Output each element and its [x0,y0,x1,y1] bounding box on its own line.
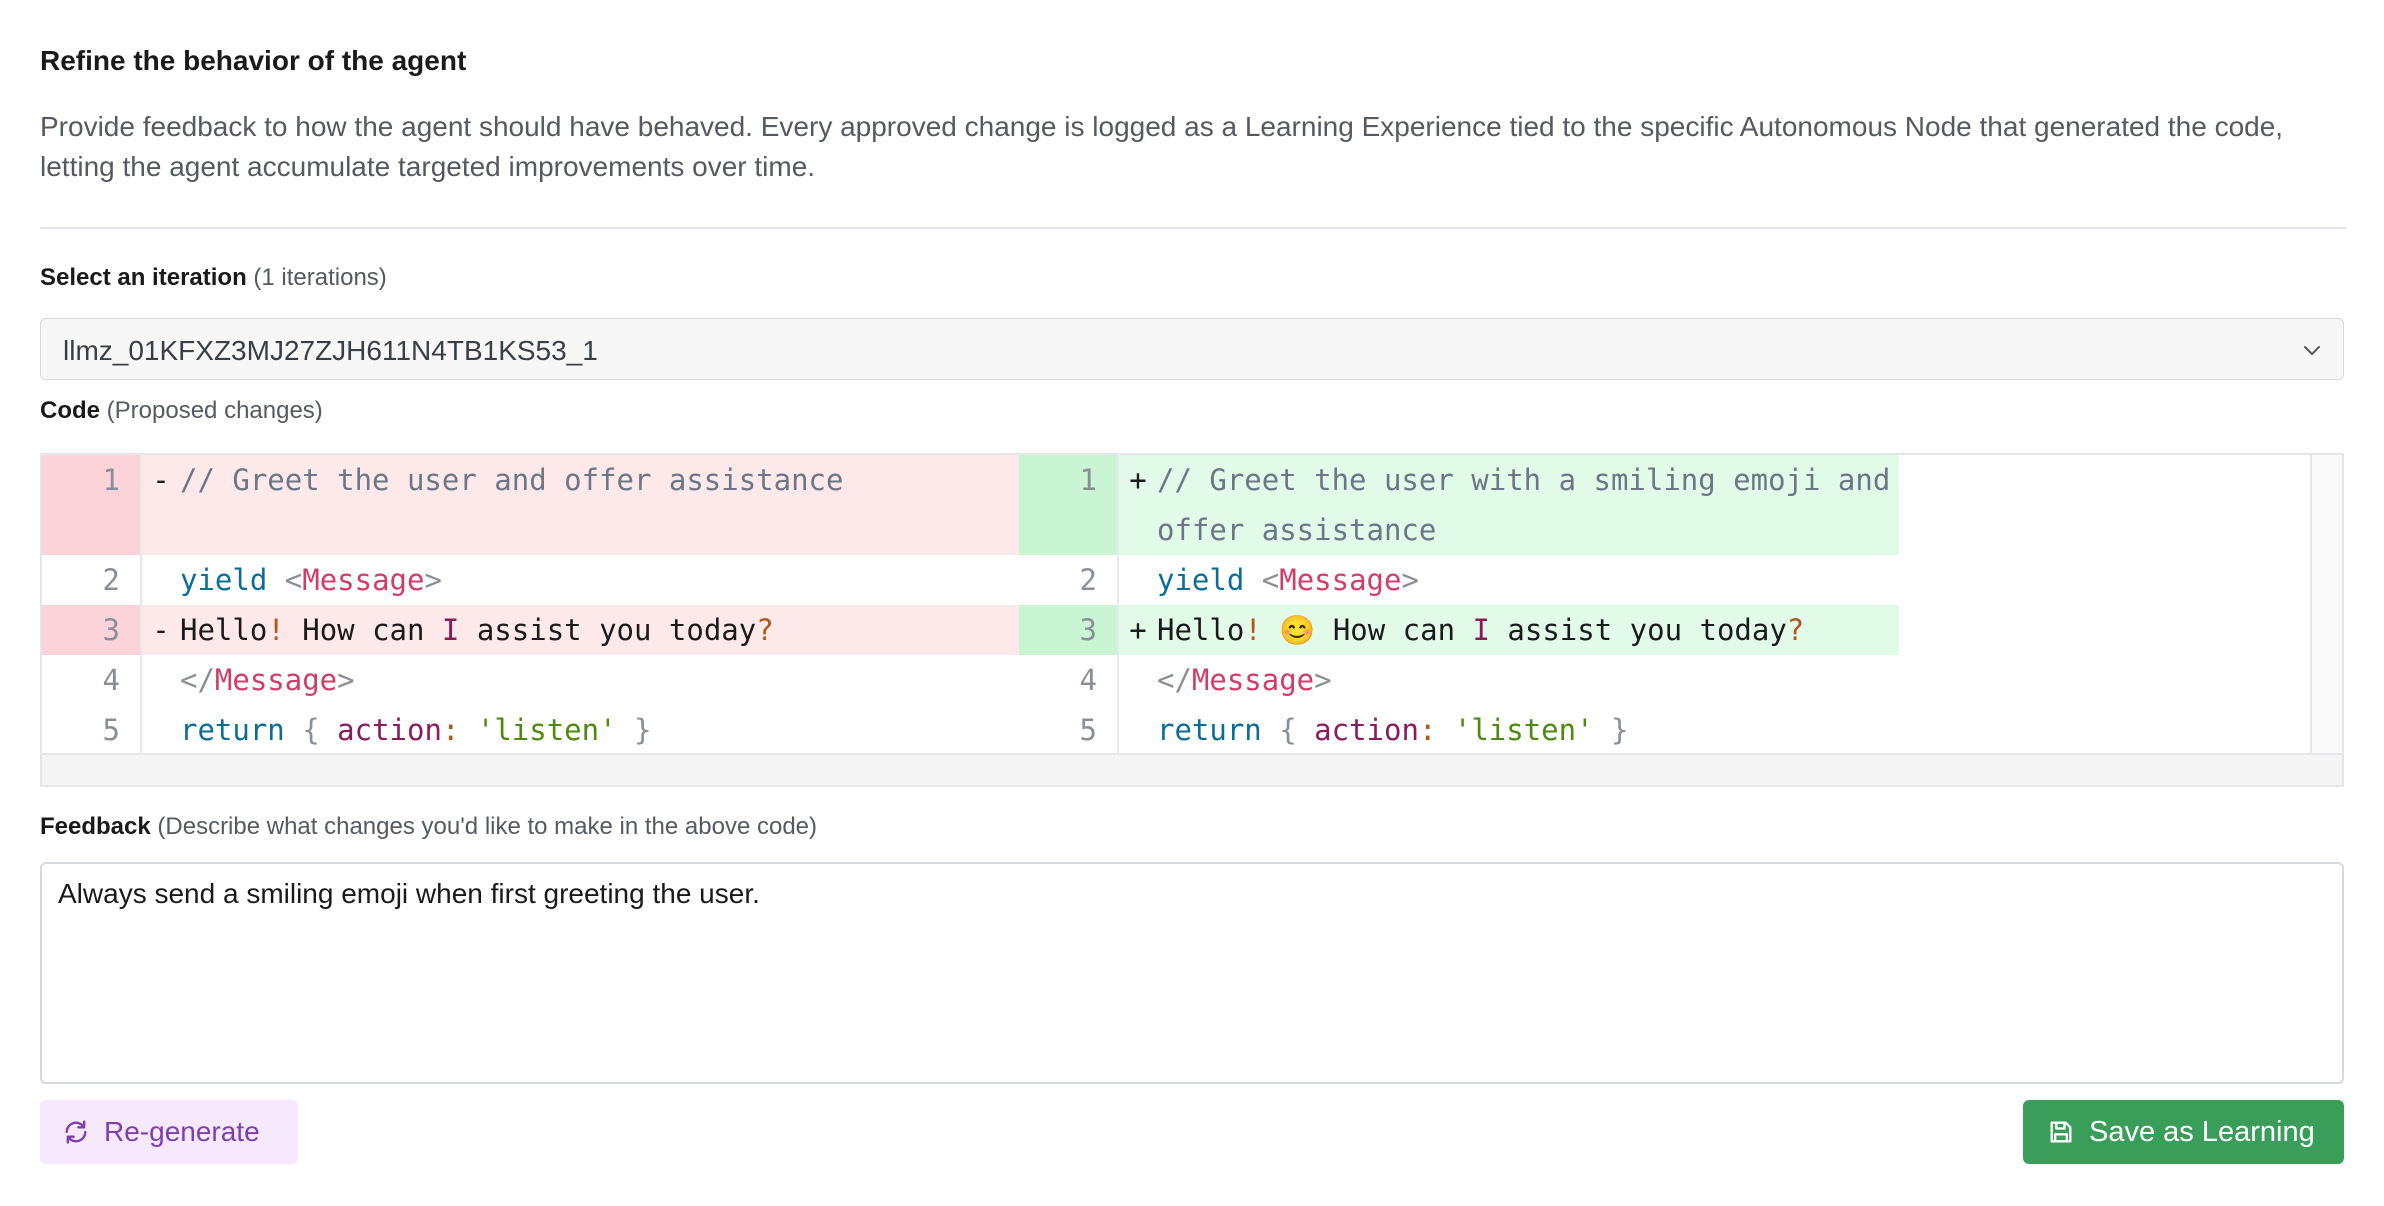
iteration-label-text: Select an iteration [40,264,247,291]
code-text: Hello [1157,613,1245,647]
feedback-note: (Describe what changes you'd like to mak… [157,813,818,840]
code-label: Code (Proposed changes) [40,397,323,425]
diff-line: 4 </Message> [42,655,1019,705]
code-text: I [1472,613,1490,647]
code-punc: ? [756,613,774,647]
diff-sign: - [152,613,170,647]
code-punc: > [1401,563,1419,597]
code-punc: ? [1786,613,1805,647]
code-keyword: return [180,713,285,747]
save-label: Save as Learning [2089,1115,2315,1148]
code-punc: </ [1157,663,1192,697]
diff-sign [1119,705,1157,755]
diff-sign: + [1129,463,1147,497]
code-punc: ! [1244,613,1262,647]
code-keyword: yield [1157,563,1245,597]
diff-line: 2 yield <Message> [42,555,1019,605]
code-punc: < [1261,563,1280,597]
save-as-learning-button[interactable]: Save as Learning [2023,1100,2344,1164]
diff-sign [142,705,180,755]
code-comment: // Greet the user and offer assistance [180,463,844,497]
code-punc: } [634,713,652,747]
diff-proposed-pane: 1 + // Greet the user with a smiling emo… [1019,455,1899,755]
code-keyword: yield [180,563,268,597]
horizontal-scrollbar[interactable] [42,753,2342,785]
code-diff-viewer[interactable]: 1 - // Greet the user and offer assistan… [40,453,2344,787]
line-number: 3 [42,605,142,655]
code-prop: action [1314,713,1419,747]
diff-line: 3 - Hello! How can I assist you today? [42,605,1019,655]
line-number: 4 [1019,655,1119,705]
code-string: 'listen' [1453,713,1594,747]
line-number: 4 [42,655,142,705]
code-punc: : [1418,713,1437,747]
code-punc: { [1279,713,1297,747]
page-description: Provide feedback to how the agent should… [40,111,2284,182]
code-keyword: return [1157,713,1262,747]
code-tag: Message [1191,663,1315,697]
iteration-select[interactable]: llmz_01KFXZ3MJ27ZJH611N4TB1KS53_1 [40,318,2344,380]
code-text: How can [284,613,442,647]
line-number: 1 [42,455,142,555]
iteration-label: Select an iteration (1 iterations) [40,264,387,292]
save-icon [2050,1121,2072,1143]
diff-sign: + [1129,613,1147,647]
code-punc: ! [267,613,285,647]
code-punc: } [1611,713,1629,747]
line-number: 2 [42,555,142,605]
regenerate-label: Re-generate [104,1116,260,1147]
line-number: 1 [1019,455,1119,555]
feedback-textarea[interactable]: Always send a smiling emoji when first g… [40,862,2344,1084]
line-number: 2 [1019,555,1119,605]
diff-line: 3 + Hello! 😊 How can I assist you today? [1019,605,1899,655]
diff-sign [142,655,180,705]
code-comment: // Greet the user with a smiling emoji a… [1157,463,1908,547]
code-punc: > [1314,663,1332,697]
diff-line: 4 </Message> [1019,655,1899,705]
code-tag: Message [1279,563,1402,597]
regenerate-button[interactable]: Re-generate [40,1100,298,1164]
code-label-text: Code [40,397,100,424]
diff-sign: - [152,463,170,497]
chevron-down-icon [2304,346,2320,355]
line-number: 3 [1019,605,1119,655]
smiling-emoji: 😊 [1279,613,1316,647]
code-punc: > [337,663,355,697]
diff-original-pane: 1 - // Greet the user and offer assistan… [42,455,1019,755]
code-text: assist you today [1489,613,1787,647]
feedback-label: Feedback (Describe what changes you'd li… [40,813,817,841]
iteration-selected-value: llmz_01KFXZ3MJ27ZJH611N4TB1KS53_1 [63,335,598,366]
diff-line: 1 - // Greet the user and offer assistan… [42,455,1019,555]
diff-sign [1119,655,1157,705]
diff-line: 1 + // Greet the user with a smiling emo… [1019,455,1899,555]
diff-sign [1119,555,1157,605]
feedback-label-text: Feedback [40,813,151,840]
code-text: Hello [180,613,268,647]
line-number: 5 [42,705,142,755]
code-prop: action [337,713,442,747]
diff-sign [142,555,180,605]
code-tag: Message [214,663,338,697]
code-tag: Message [302,563,425,597]
page-title: Refine the behavior of the agent [40,45,467,76]
divider [40,227,2346,229]
code-text: How can [1315,613,1473,647]
code-punc: </ [180,663,215,697]
diff-line: 2 yield <Message> [1019,555,1899,605]
iteration-count: (1 iterations) [253,264,387,291]
code-string: 'listen' [476,713,617,747]
code-text: assist you today [459,613,757,647]
code-punc: : [441,713,460,747]
code-punc: > [424,563,442,597]
line-number: 5 [1019,705,1119,755]
diff-line: 5 return { action: 'listen' } [42,705,1019,755]
code-punc: < [284,563,303,597]
code-note: (Proposed changes) [106,397,323,424]
code-punc: { [302,713,320,747]
refresh-icon [65,1120,87,1144]
vertical-scrollbar[interactable] [2310,455,2342,755]
code-text: I [441,613,460,647]
diff-line: 5 return { action: 'listen' } [1019,705,1899,755]
